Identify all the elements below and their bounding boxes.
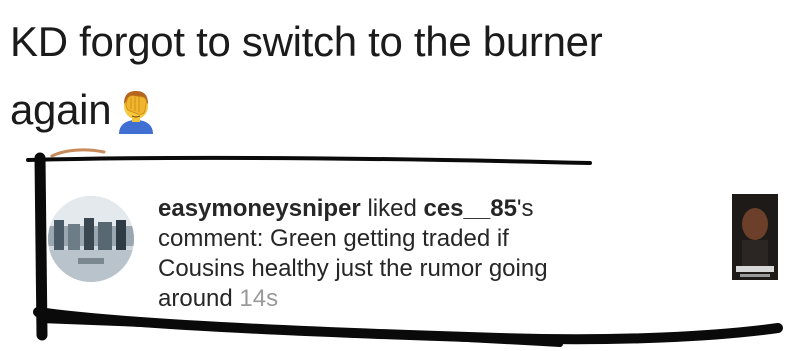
screenshot: KD forgot to switch to the burner again [0,0,786,351]
username-link[interactable]: easymoneysniper [158,195,361,222]
target-user-link[interactable]: ces__85 [423,195,516,222]
caption-line-2: again [10,86,112,133]
notification-line-3: Cousins healthy just the rumor going [158,255,548,282]
post-thumbnail[interactable] [732,194,778,280]
action-text: liked [360,195,424,222]
notification-line-1: easymoneysniper liked ces__85's [158,194,668,224]
notification-line-4-text: around [158,285,233,312]
instagram-notification[interactable]: easymoneysniper liked ces__85's comment:… [0,150,786,351]
avatar[interactable] [48,196,134,282]
notification-line-4: around 14s [158,284,668,314]
notification-text: easymoneysniper liked ces__85's comment:… [158,194,668,314]
caption: KD forgot to switch to the burner again [10,8,770,144]
possessive-text: 's [516,195,534,222]
caption-line-2-wrap: again [10,76,770,144]
notification-line-2: comment: Green getting traded if [158,225,509,252]
face-palm-icon [113,86,159,134]
caption-line-1: KD forgot to switch to the burner [10,18,603,65]
timestamp: 14s [239,285,279,312]
